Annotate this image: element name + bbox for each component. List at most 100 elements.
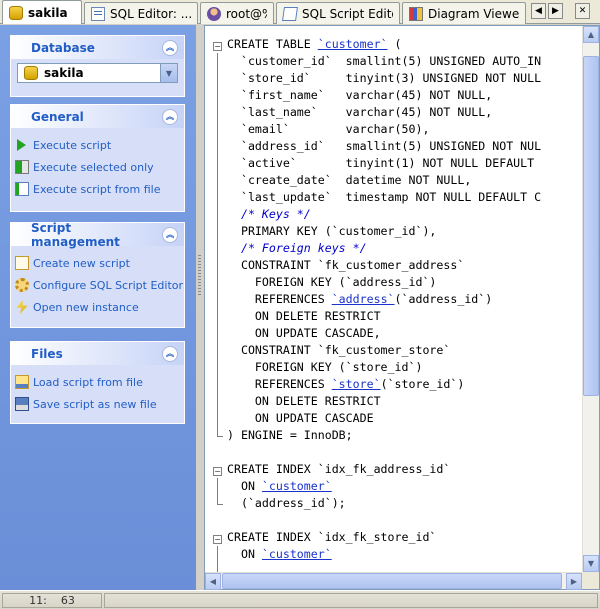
- fold-line: [217, 478, 218, 504]
- execute-script-link[interactable]: Execute script: [15, 134, 180, 156]
- tab-sql-script-editor[interactable]: SQL Script Editor: [276, 2, 400, 24]
- scroll-right-button[interactable]: ▶: [566, 573, 582, 590]
- database-select[interactable]: sakila ▼: [17, 63, 178, 83]
- tab-root-user[interactable]: root@%: [200, 2, 274, 24]
- horizontal-scroll-thumb[interactable]: [222, 573, 562, 589]
- scroll-left-button[interactable]: ◀: [205, 573, 221, 590]
- item-label: Execute script: [33, 138, 112, 152]
- fold-toggle-icon[interactable]: −: [213, 535, 222, 544]
- execute-file-icon: [15, 182, 29, 196]
- collapse-icon[interactable]: ︽: [162, 226, 178, 243]
- tab-sakila[interactable]: sakila: [2, 0, 82, 24]
- close-tab-button[interactable]: ✕: [575, 3, 590, 19]
- code-line: PRIMARY KEY (`customer_id`),: [227, 224, 437, 238]
- fold-toggle-icon[interactable]: −: [213, 42, 222, 51]
- code-line: ON DELETE RESTRICT: [227, 309, 381, 323]
- script-management-group-header[interactable]: Script management ︽: [11, 220, 184, 249]
- vertical-scrollbar[interactable]: ▲ ▼: [582, 26, 599, 572]
- horizontal-scrollbar[interactable]: ◀ ▶: [205, 572, 583, 590]
- scroll-corner: [582, 572, 599, 589]
- files-group: Files ︽ Load script from file Save scrip…: [10, 341, 185, 424]
- table-reference-link[interactable]: `customer`: [262, 547, 332, 561]
- collapse-icon[interactable]: ︽: [162, 345, 178, 362]
- database-group: Database ︽ sakila ▼: [10, 35, 185, 97]
- code-line: FOREIGN KEY (`address_id`): [227, 275, 437, 289]
- execute-from-file-link[interactable]: Execute script from file: [15, 178, 180, 200]
- item-label: Execute script from file: [33, 182, 161, 196]
- open-new-instance-link[interactable]: Open new instance: [15, 296, 180, 318]
- table-reference-link[interactable]: `customer`: [262, 479, 332, 493]
- status-message: [104, 592, 598, 608]
- vertical-scroll-thumb[interactable]: [583, 56, 599, 396]
- tab-sql-editor[interactable]: SQL Editor: ...: [84, 2, 198, 24]
- cursor-position: 11: 63: [2, 592, 102, 608]
- script-icon: [282, 6, 298, 21]
- code-line: CREATE INDEX `idx_fk_address_id`: [227, 462, 451, 476]
- status-bar: 11: 63: [0, 590, 600, 609]
- collapse-icon[interactable]: ︽: [162, 39, 178, 56]
- fold-toggle-icon[interactable]: −: [213, 467, 222, 476]
- code-line: (`address_id`);: [227, 496, 346, 510]
- item-label: Save script as new file: [33, 397, 157, 411]
- create-new-script-link[interactable]: Create new script: [15, 252, 180, 274]
- item-label: Execute selected only: [33, 160, 154, 174]
- tab-label: Diagram Viewer: [428, 6, 519, 21]
- code-line: CONSTRAINT `fk_customer_address`: [227, 258, 465, 272]
- code-line: CREATE TABLE `customer` (: [227, 37, 402, 51]
- script-management-group: Script management ︽ Create new script Co…: [10, 220, 185, 328]
- tab-scroll-right-button[interactable]: ▶: [548, 3, 563, 19]
- lightning-icon: [16, 300, 28, 314]
- arrow-left-icon: ◀: [535, 6, 542, 16]
- code-line: `store_id` tinyint(3) UNSIGNED NOT NULL: [227, 71, 542, 85]
- user-icon: [207, 6, 221, 21]
- group-title: Files: [31, 346, 63, 361]
- execute-selected-link[interactable]: Execute selected only: [15, 156, 180, 178]
- diagram-icon: [409, 6, 423, 21]
- item-label: Create new script: [33, 256, 130, 270]
- tab-bar: sakila SQL Editor: ... root@% SQL Script…: [0, 0, 600, 24]
- group-title: Database: [31, 40, 95, 55]
- tab-diagram-viewer[interactable]: Diagram Viewer: [402, 2, 526, 24]
- table-reference-link[interactable]: `customer`: [318, 37, 388, 51]
- close-icon: ✕: [578, 6, 587, 16]
- tab-label: root@%: [226, 6, 267, 21]
- database-icon: [9, 5, 23, 20]
- task-panel: Database ︽ sakila ▼ General ︽ Execute sc…: [0, 25, 196, 590]
- item-label: Open new instance: [33, 300, 139, 314]
- cursor-line: 11:: [29, 593, 47, 607]
- code-area[interactable]: CREATE TABLE `customer` ( `customer_id` …: [227, 36, 582, 572]
- code-line: `active` tinyint(1) NOT NULL DEFAULT: [227, 156, 542, 170]
- tab-scroll-left-button[interactable]: ◀: [531, 3, 546, 19]
- code-line: `address_id` smallint(5) UNSIGNED NOT NU…: [227, 139, 542, 153]
- splitter-grip[interactable]: [198, 255, 201, 295]
- tab-label: sakila: [28, 5, 68, 20]
- database-group-header[interactable]: Database ︽: [11, 36, 184, 59]
- code-line: `first_name` varchar(45) NOT NULL,: [227, 88, 493, 102]
- code-line: `create_date` datetime NOT NULL,: [227, 173, 472, 187]
- group-title: General: [31, 109, 84, 124]
- chevron-down-icon[interactable]: ▼: [160, 64, 177, 82]
- save-script-link[interactable]: Save script as new file: [15, 393, 180, 415]
- load-script-link[interactable]: Load script from file: [15, 371, 180, 393]
- code-line: REFERENCES `store`(`store_id`): [227, 377, 465, 391]
- configure-editor-link[interactable]: Configure SQL Script Editor: [15, 274, 184, 296]
- scroll-up-button[interactable]: ▲: [583, 26, 599, 43]
- code-line: ON UPDATE CASCADE: [227, 411, 374, 425]
- new-script-icon: [15, 256, 29, 270]
- fold-gutter: − − −: [205, 26, 225, 572]
- general-group-header[interactable]: General ︽: [11, 105, 184, 128]
- script-editor[interactable]: − − − CREATE TABLE `customer` ( `custome…: [204, 25, 600, 590]
- code-line: /* Foreign keys */: [227, 241, 367, 255]
- table-reference-link[interactable]: `address`: [332, 292, 395, 306]
- files-group-header[interactable]: Files ︽: [11, 342, 184, 365]
- item-label: Configure SQL Script Editor: [33, 278, 184, 292]
- code-line: FOREIGN KEY (`store_id`): [227, 360, 423, 374]
- general-group: General ︽ Execute script Execute selecte…: [10, 104, 185, 212]
- collapse-icon[interactable]: ︽: [162, 108, 178, 125]
- cursor-column: 63: [60, 593, 75, 607]
- scroll-down-button[interactable]: ▼: [583, 555, 599, 572]
- panel-splitter[interactable]: [196, 25, 204, 590]
- group-title: Script management: [31, 220, 120, 249]
- table-reference-link[interactable]: `store`: [332, 377, 381, 391]
